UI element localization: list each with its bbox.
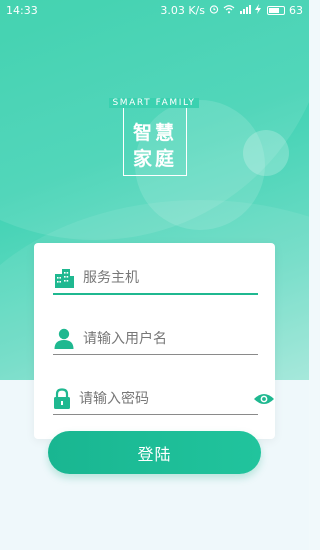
- alarm-icon: [209, 4, 219, 17]
- decorative-circle: [243, 130, 289, 176]
- login-card: [34, 243, 275, 439]
- charging-icon: [255, 3, 261, 17]
- username-input[interactable]: [83, 330, 258, 347]
- password-input[interactable]: [79, 390, 253, 407]
- login-screen: 14:33 3.03 K/s 63 智慧 家庭 SMART FAMILY 服务主…: [0, 0, 309, 550]
- lock-icon: [53, 387, 71, 410]
- password-field: [53, 383, 274, 415]
- logo-english-title: SMART FAMILY: [104, 98, 204, 108]
- host-input[interactable]: [83, 270, 258, 286]
- app-logo: 智慧 家庭: [123, 104, 187, 176]
- logo-english-text: SMART FAMILY: [109, 98, 199, 108]
- login-button[interactable]: 登陆: [48, 431, 261, 474]
- status-bar: 14:33 3.03 K/s 63: [0, 0, 309, 20]
- person-icon: [53, 328, 75, 350]
- signal-icon: [239, 4, 251, 17]
- eye-icon[interactable]: [253, 391, 275, 407]
- battery-level: 63: [289, 3, 303, 17]
- username-field: [53, 323, 258, 355]
- battery-icon: [267, 5, 285, 15]
- logo-text-line1: 智慧: [132, 122, 177, 144]
- host-field: [53, 263, 258, 295]
- status-time: 14:33: [6, 3, 38, 17]
- logo-text-line2: 家庭: [132, 148, 177, 170]
- building-icon: [53, 267, 75, 289]
- network-speed: 3.03 K/s: [160, 3, 205, 17]
- wifi-icon: [223, 4, 235, 17]
